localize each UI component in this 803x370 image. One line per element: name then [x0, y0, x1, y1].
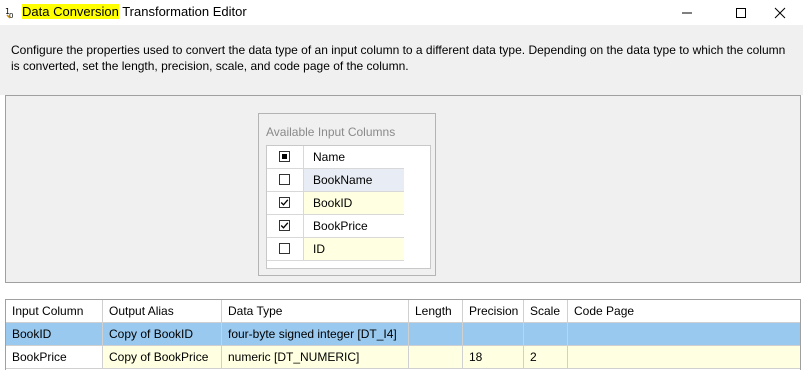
minimize-icon — [682, 12, 692, 13]
header-precision[interactable]: Precision — [463, 300, 524, 323]
column-item-label: BookPrice — [304, 215, 404, 238]
cell-output-alias[interactable]: Copy of BookID — [103, 323, 222, 346]
bookid-checkbox[interactable] — [279, 197, 290, 208]
close-button[interactable] — [757, 0, 803, 25]
grid-header-row: Input Column Output Alias Data Type Leng… — [6, 300, 800, 323]
column-item-label: ID — [304, 238, 404, 261]
cell-input-column[interactable]: BookID — [6, 323, 103, 346]
header-scale[interactable]: Scale — [524, 300, 568, 323]
cell-data-type[interactable]: four-byte signed integer [DT_I4] — [222, 323, 409, 346]
check-icon — [280, 222, 289, 229]
cell-scale[interactable] — [524, 323, 568, 346]
cell-length[interactable] — [409, 346, 463, 369]
grid-row-bookid[interactable]: BookID Copy of BookID four-byte signed i… — [6, 323, 800, 346]
header-data-type[interactable]: Data Type — [222, 300, 409, 323]
column-item-bookname[interactable]: BookName — [267, 169, 404, 192]
close-icon — [774, 7, 786, 18]
header-code-page[interactable]: Code Page — [568, 300, 800, 323]
cell-scale[interactable]: 2 — [524, 346, 568, 369]
window-title: Data Conversion Transformation Editor — [22, 4, 247, 19]
checkbox-cell[interactable] — [267, 215, 304, 238]
title-bar: 1 0 Data Conversion Transformation Edito… — [0, 0, 803, 25]
cell-precision[interactable] — [463, 323, 524, 346]
data-conversion-icon: 1 0 — [5, 7, 13, 19]
description-area: Configure the properties used to convert… — [0, 25, 803, 95]
bookprice-checkbox[interactable] — [279, 220, 290, 231]
check-icon — [280, 199, 289, 206]
column-item-bookprice[interactable]: BookPrice — [267, 215, 404, 238]
header-length[interactable]: Length — [409, 300, 463, 323]
window-title-rest: Transformation Editor — [118, 4, 247, 19]
available-columns-grid: Name BookName BookID BookPrice ID — [266, 145, 431, 269]
conversion-grid: Input Column Output Alias Data Type Leng… — [5, 299, 801, 370]
name-column-header: Name — [304, 146, 404, 169]
cell-input-column[interactable]: BookPrice — [6, 346, 103, 369]
available-input-columns-box[interactable]: Available Input Columns Name BookName Bo… — [258, 113, 436, 276]
header-input-column[interactable]: Input Column — [6, 300, 103, 323]
column-item-id[interactable]: ID — [267, 238, 404, 261]
cell-output-alias[interactable]: Copy of BookPrice — [103, 346, 222, 369]
column-item-bookid[interactable]: BookID — [267, 192, 404, 215]
maximize-icon — [736, 7, 746, 18]
select-all-cell[interactable] — [267, 146, 304, 169]
designer-panel: Available Input Columns Name BookName Bo… — [5, 95, 801, 283]
column-item-label: BookID — [304, 192, 404, 215]
window-title-highlight: Data Conversion — [22, 4, 119, 19]
checkbox-cell[interactable] — [267, 238, 304, 261]
cell-precision[interactable]: 18 — [463, 346, 524, 369]
column-item-label: BookName — [304, 169, 404, 192]
header-output-alias[interactable]: Output Alias — [103, 300, 222, 323]
available-columns-title: Available Input Columns — [266, 125, 396, 139]
checkbox-cell[interactable] — [267, 169, 304, 192]
cell-length[interactable] — [409, 323, 463, 346]
description-text: Configure the properties used to convert… — [11, 43, 786, 73]
minimize-button[interactable] — [664, 0, 710, 25]
cell-code-page[interactable] — [568, 346, 800, 369]
cell-data-type[interactable]: numeric [DT_NUMERIC] — [222, 346, 409, 369]
checkbox-cell[interactable] — [267, 192, 304, 215]
id-checkbox[interactable] — [279, 243, 290, 254]
grid-row-bookprice[interactable]: BookPrice Copy of BookPrice numeric [DT_… — [6, 346, 800, 369]
select-all-checkbox[interactable] — [279, 151, 290, 162]
cell-code-page[interactable] — [568, 323, 800, 346]
available-columns-header: Name — [267, 146, 404, 169]
bookname-checkbox[interactable] — [279, 174, 290, 185]
